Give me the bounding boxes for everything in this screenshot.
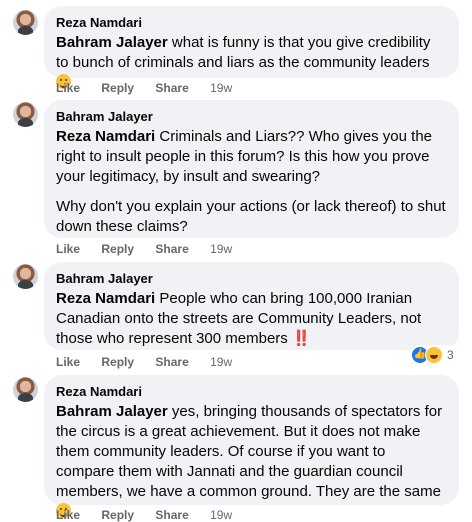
- mention-link[interactable]: Bahram Jalayer: [56, 403, 168, 420]
- like-button[interactable]: Like: [56, 508, 80, 522]
- avatar[interactable]: [13, 10, 38, 35]
- mention-link[interactable]: Bahram Jalayer: [56, 34, 168, 51]
- reply-button[interactable]: Reply: [101, 81, 134, 95]
- comment-bubble: Bahram Jalayer Reza Namdari Criminals an…: [44, 100, 459, 238]
- comment-author[interactable]: Reza Namdari: [56, 383, 447, 400]
- like-button[interactable]: Like: [56, 355, 80, 369]
- reaction-count: 3: [447, 348, 454, 362]
- comment-bubble: Reza Namdari Bahram Jalayer what is funn…: [44, 6, 459, 89]
- timestamp[interactable]: 19w: [210, 355, 232, 369]
- mention-link[interactable]: Reza Namdari: [56, 290, 155, 307]
- share-button[interactable]: Share: [155, 355, 188, 369]
- comment-text: Reza Namdari People who can bring 100,00…: [56, 289, 447, 349]
- comment-author[interactable]: Bahram Jalayer: [56, 108, 447, 125]
- timestamp[interactable]: 19w: [210, 508, 232, 522]
- comment-bubble: Bahram Jalayer Reza Namdari People who c…: [44, 262, 459, 350]
- reply-button[interactable]: Reply: [101, 508, 134, 522]
- comment-actions: Like Reply Share 19w: [56, 508, 250, 522]
- comment-text: Reza Namdari Criminals and Liars?? Who g…: [56, 127, 447, 237]
- avatar[interactable]: [13, 102, 38, 127]
- share-button[interactable]: Share: [155, 242, 188, 256]
- comment-bubble: Reza Namdari Bahram Jalayer yes, bringin…: [44, 375, 459, 518]
- comment-author[interactable]: Bahram Jalayer: [56, 270, 447, 287]
- avatar[interactable]: [13, 377, 38, 402]
- comment-actions: Like Reply Share 19w: [56, 242, 250, 256]
- share-button[interactable]: Share: [155, 508, 188, 522]
- timestamp[interactable]: 19w: [210, 242, 232, 256]
- comment-body-paragraph-2: Why don't you explain your actions (or l…: [56, 198, 446, 235]
- avatar[interactable]: [13, 264, 38, 289]
- timestamp[interactable]: 19w: [210, 81, 232, 95]
- mention-link[interactable]: Reza Namdari: [56, 128, 155, 145]
- comment-text: Bahram Jalayer yes, bringing thousands o…: [56, 402, 447, 522]
- reaction-summary[interactable]: 👍 3: [410, 345, 456, 365]
- comment-actions: Like Reply Share 19w: [56, 81, 250, 95]
- like-button[interactable]: Like: [56, 242, 80, 256]
- comment-actions: Like Reply Share 19w: [56, 355, 250, 369]
- haha-reaction-icon: [425, 346, 443, 364]
- like-button[interactable]: Like: [56, 81, 80, 95]
- reply-button[interactable]: Reply: [101, 242, 134, 256]
- share-button[interactable]: Share: [155, 81, 188, 95]
- reply-button[interactable]: Reply: [101, 355, 134, 369]
- comment-author[interactable]: Reza Namdari: [56, 14, 447, 31]
